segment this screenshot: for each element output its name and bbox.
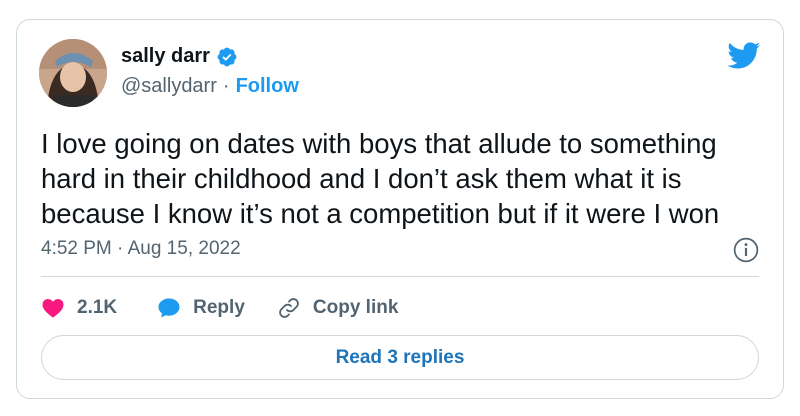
twitter-bird-icon[interactable] xyxy=(727,42,761,70)
link-icon xyxy=(279,298,299,318)
divider xyxy=(41,276,759,277)
info-icon[interactable] xyxy=(733,237,759,263)
read-replies-button[interactable]: Read 3 replies xyxy=(41,335,759,380)
action-bar: 2.1K Reply Copy link xyxy=(41,293,398,323)
follow-link[interactable]: Follow xyxy=(236,75,299,98)
tweet-card: sally darr @sallydarr · Follow I love go… xyxy=(16,19,784,399)
handle-separator: · xyxy=(222,75,230,97)
tweet-timestamp[interactable]: 4:52 PM · Aug 15, 2022 xyxy=(41,238,241,260)
copy-link-label: Copy link xyxy=(312,297,399,318)
author-display-name[interactable]: sally darr xyxy=(121,45,210,68)
reply-button[interactable]: Reply xyxy=(157,296,245,320)
author-handle[interactable]: @sallydarr xyxy=(121,75,217,98)
copy-link-button[interactable]: Copy link xyxy=(277,296,399,320)
author-handle-row: @sallydarr · Follow xyxy=(121,75,299,98)
verified-badge-icon xyxy=(217,47,237,66)
like-count: 2.1K xyxy=(77,297,118,318)
avatar[interactable] xyxy=(39,39,107,107)
read-replies-label: Read 3 replies xyxy=(335,346,465,368)
like-button[interactable]: 2.1K xyxy=(41,296,117,320)
author-name-row: sally darr xyxy=(121,45,238,68)
speech-bubble-icon xyxy=(158,298,180,318)
reply-label: Reply xyxy=(193,297,245,318)
heart-icon xyxy=(42,299,64,318)
tweet-text: I love going on dates with boys that all… xyxy=(41,128,720,229)
